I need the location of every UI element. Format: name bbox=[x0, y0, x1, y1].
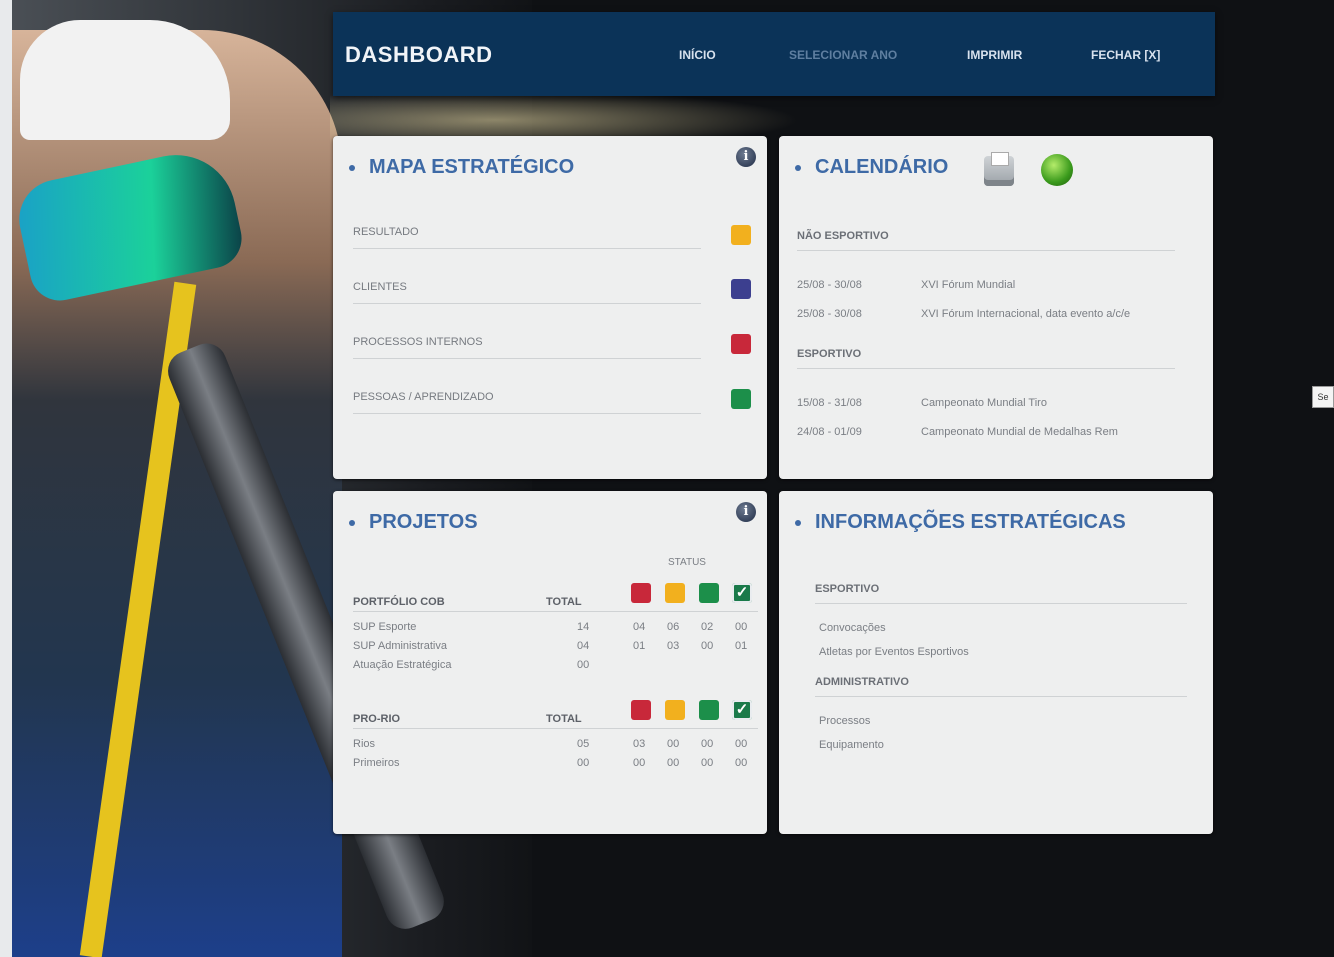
status-count: 04 bbox=[633, 621, 646, 633]
bullet-icon bbox=[795, 164, 801, 171]
bullet-icon bbox=[795, 519, 801, 526]
status-count: 00 bbox=[735, 738, 748, 750]
status-count: 02 bbox=[701, 621, 714, 633]
status-count: 03 bbox=[667, 640, 680, 652]
map-row-label: PESSOAS / APRENDIZADO bbox=[353, 391, 494, 403]
project-total: 14 bbox=[577, 621, 590, 633]
project-name[interactable]: Primeiros bbox=[353, 757, 399, 769]
project-total: 04 bbox=[577, 640, 590, 652]
info-group-administrativo: ADMINISTRATIVO bbox=[815, 676, 1187, 697]
printer-icon[interactable] bbox=[984, 152, 1014, 186]
project-name[interactable]: Atuação Estratégica bbox=[353, 659, 451, 671]
projetos-title: PROJETOS bbox=[369, 511, 478, 533]
panel-mapa-estrategico: MAPA ESTRATÉGICO i RESULTADO CLIENTES PR… bbox=[333, 136, 767, 479]
info-link[interactable]: Atletas por Eventos Esportivos bbox=[819, 646, 969, 658]
cal-event-name: XVI Fórum Mundial bbox=[921, 279, 1016, 291]
map-row-label: RESULTADO bbox=[353, 226, 419, 238]
status-square-pessoas bbox=[731, 389, 751, 409]
panel-title: INFORMAÇÕES ESTRATÉGICAS bbox=[795, 511, 1126, 534]
project-name[interactable]: SUP Administrativa bbox=[353, 640, 447, 652]
project-total: 00 bbox=[577, 659, 590, 671]
status-square-resultado bbox=[731, 225, 751, 245]
cal-event-name: XVI Fórum Internacional, data evento a/c… bbox=[921, 308, 1131, 320]
project-name[interactable]: Rios bbox=[353, 738, 375, 750]
cal-event-name: Campeonato Mundial de Medalhas Rem bbox=[921, 426, 1118, 438]
globe-icon[interactable] bbox=[1041, 154, 1073, 186]
page-left-margin bbox=[0, 0, 12, 957]
cal-section-nao-esportivo: NÃO ESPORTIVO bbox=[797, 230, 1175, 251]
map-row-pessoas[interactable]: PESSOAS / APRENDIZADO bbox=[353, 391, 701, 414]
project-total: 05 bbox=[577, 738, 590, 750]
status-yellow-square bbox=[665, 583, 685, 603]
nav-inicio[interactable]: INÍCIO bbox=[679, 48, 716, 62]
info-icon[interactable]: i bbox=[736, 502, 756, 522]
status-red-square bbox=[631, 700, 651, 720]
map-row-resultado[interactable]: RESULTADO bbox=[353, 226, 701, 249]
map-row-processos[interactable]: PROCESSOS INTERNOS bbox=[353, 336, 701, 359]
info-icon[interactable]: i bbox=[736, 147, 756, 167]
status-count: 01 bbox=[633, 640, 646, 652]
informacoes-title: INFORMAÇÕES ESTRATÉGICAS bbox=[815, 511, 1126, 533]
panel-title: CALENDÁRIO bbox=[795, 156, 948, 179]
athlete-cap bbox=[20, 20, 230, 140]
panel-calendario: CALENDÁRIO NÃO ESPORTIVO 25/08 - 30/08 X… bbox=[779, 136, 1213, 479]
status-count: 00 bbox=[701, 640, 714, 652]
nav-selecionar-ano[interactable]: SELECIONAR ANO bbox=[789, 48, 897, 62]
status-done-check-icon: ✓ bbox=[732, 583, 752, 603]
status-green-square bbox=[699, 583, 719, 603]
total-header: TOTAL bbox=[546, 713, 582, 725]
status-count: 00 bbox=[701, 738, 714, 750]
status-count: 00 bbox=[735, 757, 748, 769]
cal-event-name: Campeonato Mundial Tiro bbox=[921, 397, 1047, 409]
total-header: TOTAL bbox=[546, 596, 582, 608]
info-link[interactable]: Processos bbox=[819, 715, 870, 727]
cal-section-esportivo: ESPORTIVO bbox=[797, 348, 1175, 369]
mapa-title: MAPA ESTRATÉGICO bbox=[369, 156, 575, 178]
status-done-check-icon: ✓ bbox=[732, 700, 752, 720]
cal-event-date: 25/08 - 30/08 bbox=[797, 279, 862, 291]
table-heading: PRO-RIO bbox=[353, 713, 401, 725]
top-navigation-bar: DASHBOARD INÍCIO SELECIONAR ANO IMPRIMIR… bbox=[333, 12, 1215, 96]
cal-event-date: 25/08 - 30/08 bbox=[797, 308, 862, 320]
table-heading: PORTFÓLIO COB bbox=[353, 596, 445, 608]
nav-imprimir[interactable]: IMPRIMIR bbox=[967, 48, 1022, 62]
divider bbox=[353, 611, 758, 612]
info-group-esportivo: ESPORTIVO bbox=[815, 583, 1187, 604]
map-row-label: CLIENTES bbox=[353, 281, 407, 293]
status-count: 01 bbox=[735, 640, 748, 652]
status-count: 00 bbox=[633, 757, 646, 769]
panel-title: MAPA ESTRATÉGICO bbox=[349, 156, 574, 179]
status-count: 00 bbox=[667, 738, 680, 750]
bullet-icon bbox=[349, 519, 355, 526]
bullet-icon bbox=[349, 164, 355, 171]
map-row-label: PROCESSOS INTERNOS bbox=[353, 336, 483, 348]
status-square-clientes bbox=[731, 279, 751, 299]
panel-projetos: PROJETOS i STATUS ✓ PORTFÓLIO COB TOTAL … bbox=[333, 491, 767, 834]
status-count: 00 bbox=[735, 621, 748, 633]
map-row-clientes[interactable]: CLIENTES bbox=[353, 281, 701, 304]
project-total: 00 bbox=[577, 757, 590, 769]
nav-fechar[interactable]: FECHAR [X] bbox=[1091, 48, 1160, 62]
page-title: DASHBOARD bbox=[345, 42, 493, 67]
status-count: 06 bbox=[667, 621, 680, 633]
cal-event-date: 15/08 - 31/08 bbox=[797, 397, 862, 409]
status-count: 00 bbox=[667, 757, 680, 769]
info-link[interactable]: Equipamento bbox=[819, 739, 884, 751]
divider bbox=[353, 728, 758, 729]
panel-informacoes-estrategicas: INFORMAÇÕES ESTRATÉGICAS ESPORTIVO Convo… bbox=[779, 491, 1213, 834]
cal-event-date: 24/08 - 01/09 bbox=[797, 426, 862, 438]
status-red-square bbox=[631, 583, 651, 603]
status-count: 03 bbox=[633, 738, 646, 750]
status-green-square bbox=[699, 700, 719, 720]
project-name[interactable]: SUP Esporte bbox=[353, 621, 416, 633]
status-yellow-square bbox=[665, 700, 685, 720]
status-count: 00 bbox=[701, 757, 714, 769]
panel-title: PROJETOS bbox=[349, 511, 478, 534]
info-link[interactable]: Convocações bbox=[819, 622, 886, 634]
status-square-processos bbox=[731, 334, 751, 354]
calendario-title: CALENDÁRIO bbox=[815, 156, 949, 178]
edge-tooltip: Se bbox=[1312, 386, 1334, 408]
status-label: STATUS bbox=[668, 557, 706, 568]
